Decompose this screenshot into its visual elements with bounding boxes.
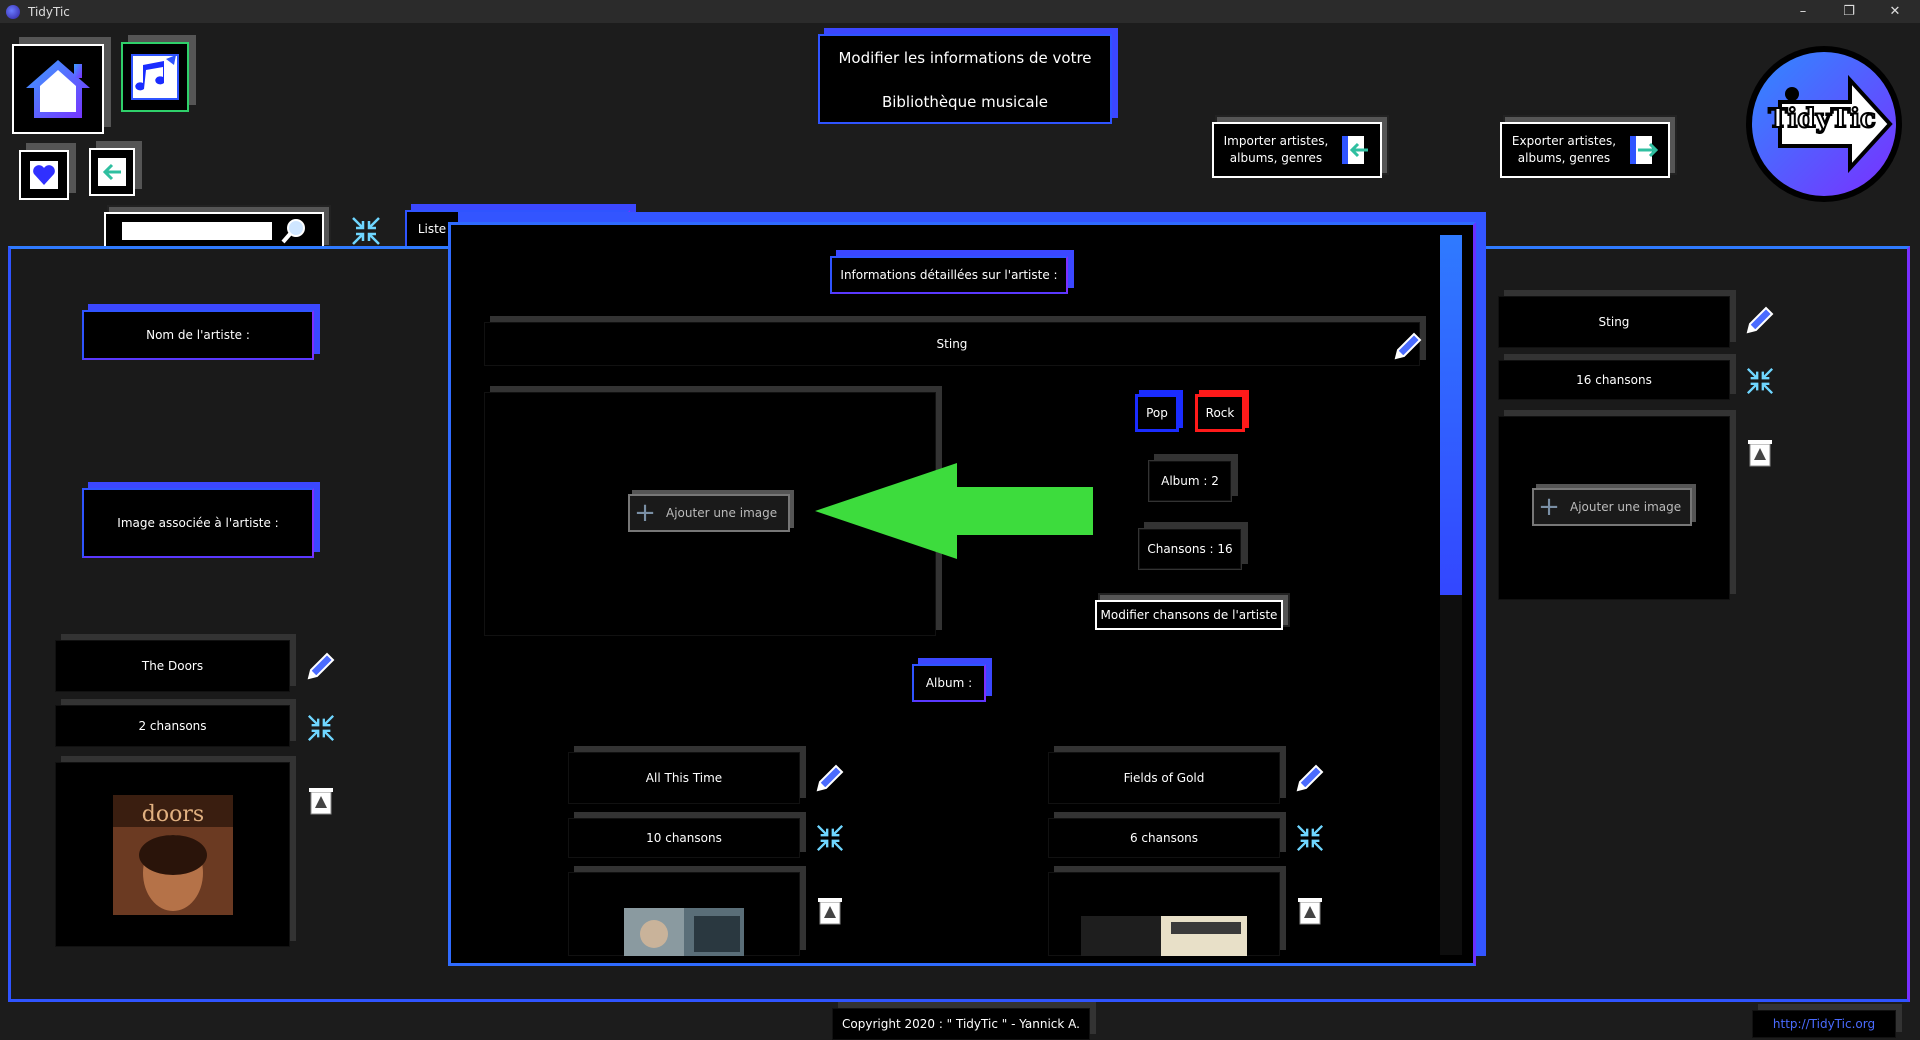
album-card-name[interactable]: Fields of Gold (1048, 752, 1280, 804)
svg-text:doors: doors (141, 802, 203, 827)
plus-icon: + (1538, 492, 1560, 522)
arrow-left-icon (98, 158, 126, 186)
trash-icon (818, 898, 842, 925)
page-title-box: Modifier les informations de votre Bibli… (818, 34, 1112, 124)
song-count: Chansons : 16 (1138, 528, 1242, 570)
delete-artist-button[interactable] (1742, 434, 1778, 470)
album-card-songs: 6 chansons (1048, 818, 1280, 858)
album-card-songs: 10 chansons (568, 818, 800, 858)
pencil-icon (816, 764, 844, 792)
collapse-album-button[interactable] (1292, 820, 1328, 856)
trash-icon (309, 788, 333, 815)
detail-artist-name[interactable]: Sting (484, 322, 1420, 366)
music-library-button[interactable] (121, 42, 189, 112)
genre-tag-rock[interactable]: Rock (1195, 394, 1245, 432)
genre-tag-pop[interactable]: Pop (1135, 394, 1179, 432)
collapse-album-button[interactable] (812, 820, 848, 856)
export-icon (1630, 136, 1659, 164)
export-button[interactable]: Exporter artistes, albums, genres (1500, 122, 1670, 178)
page-title-line1: Modifier les informations de votre (838, 49, 1092, 67)
scrollbar-thumb[interactable] (1440, 235, 1462, 595)
plus-icon: + (634, 498, 656, 528)
collapse-icon (816, 824, 844, 852)
artist-card-image: doors (55, 762, 290, 947)
edit-album-button[interactable] (812, 760, 848, 796)
edit-artist-name-button[interactable] (1390, 328, 1426, 364)
artist-image-label: Image associée à l'artiste : (82, 488, 314, 558)
add-image-label: Ajouter une image (666, 506, 778, 520)
title-bar: TidyTic – ❐ ✕ (0, 0, 1920, 23)
trash-icon (1298, 898, 1322, 925)
artist-card-name[interactable]: Sting (1498, 296, 1730, 348)
home-icon (26, 60, 90, 118)
home-button[interactable] (12, 44, 104, 134)
pencil-icon (1746, 306, 1774, 334)
pencil-icon (307, 652, 335, 680)
edit-album-button[interactable] (1292, 760, 1328, 796)
collapse-icon (307, 714, 335, 742)
music-note-icon (131, 54, 179, 100)
collapse-icon (1746, 367, 1774, 395)
import-label-line1: Importer artistes, (1223, 134, 1329, 148)
import-button[interactable]: Importer artistes, albums, genres (1212, 122, 1382, 178)
album-heading: Album : (912, 664, 986, 702)
add-image-button[interactable]: + Ajouter une image (1532, 488, 1692, 526)
collapse-icon (1296, 824, 1324, 852)
album-cover-image (624, 908, 744, 956)
restore-button[interactable]: ❐ (1826, 0, 1872, 23)
add-image-button[interactable]: + Ajouter une image (628, 494, 790, 532)
favorites-button[interactable] (19, 150, 69, 200)
export-label-line2: albums, genres (1517, 151, 1611, 165)
album-cover-image: doors (112, 794, 233, 915)
artist-name-label: Nom de l'artiste : (82, 310, 314, 360)
search-icon[interactable] (280, 217, 308, 245)
import-icon (1342, 136, 1368, 164)
pencil-icon (1296, 764, 1324, 792)
export-label-line1: Exporter artistes, (1511, 134, 1617, 148)
collapse-artist-button[interactable] (303, 710, 339, 746)
album-card-image (568, 872, 800, 956)
search-input[interactable] (122, 222, 272, 240)
edit-artist-button[interactable] (1742, 302, 1778, 338)
delete-album-button[interactable] (1292, 892, 1328, 928)
tidytic-logo: TidyTic (1740, 42, 1904, 206)
collapse-icon (352, 217, 380, 245)
page-title-line2: Bibliothèque musicale (881, 93, 1049, 111)
heart-icon (30, 161, 58, 189)
delete-album-button[interactable] (812, 892, 848, 928)
website-link[interactable]: http://TidyTic.org (1773, 1017, 1875, 1031)
delete-artist-button[interactable] (303, 782, 339, 818)
website-link-box: http://TidyTic.org (1752, 1010, 1896, 1038)
window-title: TidyTic (28, 4, 70, 19)
logo-text: TidyTic (1767, 103, 1877, 135)
search-bar (104, 212, 324, 250)
close-button[interactable]: ✕ (1872, 0, 1918, 23)
copyright-text: Copyright 2020 : " TidyTic " - Yannick A… (832, 1008, 1090, 1040)
import-label-line2: albums, genres (1229, 151, 1323, 165)
detail-heading: Informations détaillées sur l'artiste : (830, 256, 1068, 294)
album-cover-image (1081, 916, 1247, 956)
green-arrow-annotation (815, 463, 1093, 559)
album-card-image (1048, 872, 1280, 956)
collapse-artist-button[interactable] (1742, 363, 1778, 399)
collapse-all-button[interactable] (348, 213, 384, 249)
artist-card-songs: 16 chansons (1498, 360, 1730, 400)
back-button[interactable] (89, 148, 135, 196)
album-count: Album : 2 (1148, 460, 1232, 502)
trash-icon (1748, 440, 1772, 467)
artist-card-name[interactable]: The Doors (55, 640, 290, 692)
edit-artist-songs-button[interactable]: Modifier chansons de l'artiste (1095, 600, 1283, 630)
pencil-icon (1394, 332, 1422, 360)
edit-artist-button[interactable] (303, 648, 339, 684)
album-card-name[interactable]: All This Time (568, 752, 800, 804)
minimize-button[interactable]: – (1780, 0, 1826, 23)
app-icon (6, 4, 20, 19)
artist-card-songs: 2 chansons (55, 705, 290, 747)
detail-scrollbar[interactable] (1440, 235, 1462, 955)
add-image-label: Ajouter une image (1570, 500, 1682, 514)
